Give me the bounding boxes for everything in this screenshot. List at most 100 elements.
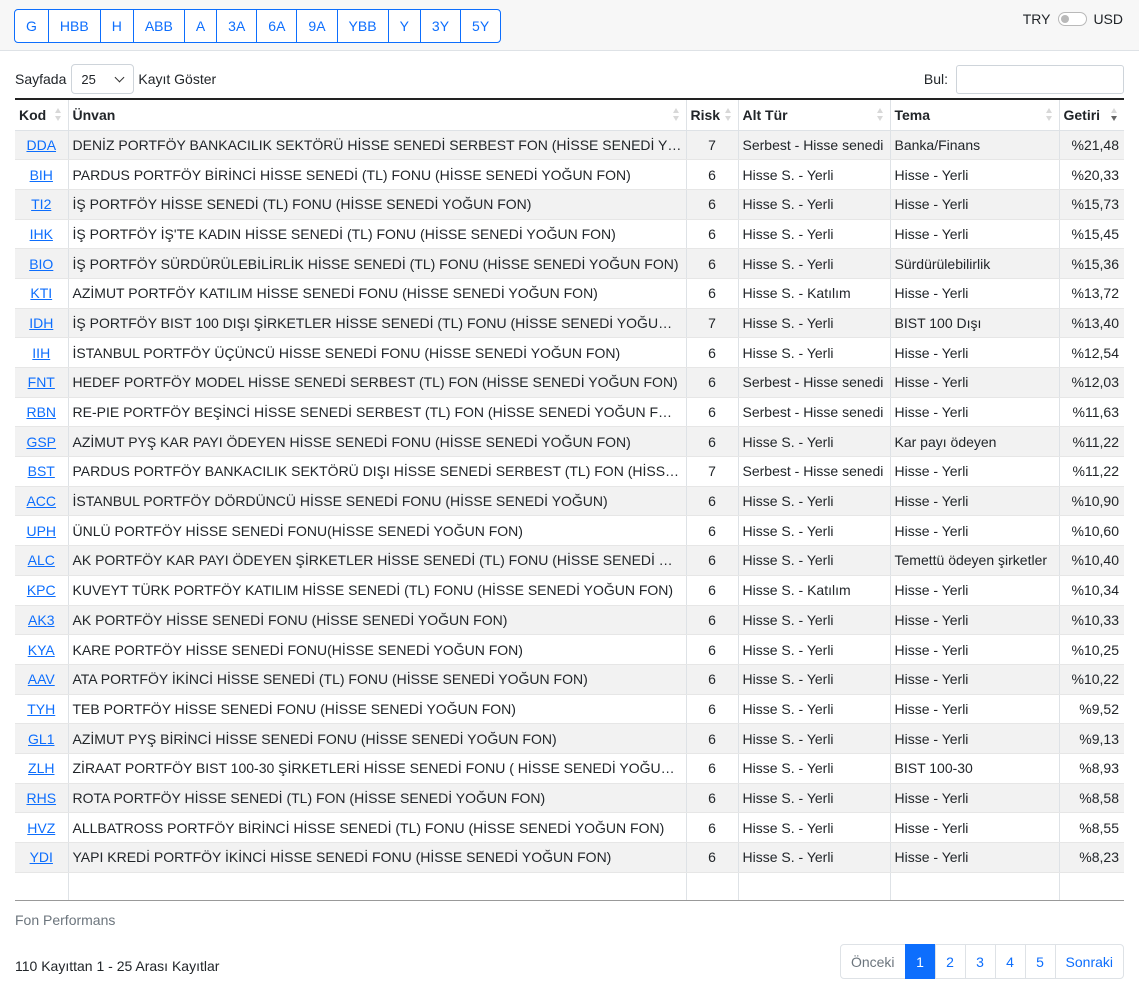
pagination-page-3[interactable]: 3 xyxy=(964,944,996,979)
cell-return: %11,22 xyxy=(1059,456,1124,487)
column-header-risk[interactable]: Risk xyxy=(686,100,739,131)
period-button-hbb[interactable]: HBB xyxy=(47,9,101,43)
fund-code-link[interactable]: IIH xyxy=(32,345,50,361)
cell-theme: Hisse - Yerli xyxy=(890,812,1060,843)
period-button-abb[interactable]: ABB xyxy=(132,9,185,43)
column-header-label: Kod xyxy=(19,106,47,123)
table-row[interactable]: BST PARDUS PORTFÖY BANKACILIK SEKTÖRÜ DIŞ… xyxy=(15,456,1124,487)
table-row[interactable]: ZLH ZİRAAT PORTFÖY BIST 100-30 ŞİRKETLERİ… xyxy=(15,753,1124,784)
period-button-3y[interactable]: 3Y xyxy=(419,9,462,43)
search-input[interactable] xyxy=(956,64,1124,94)
table-row[interactable]: TI2 İŞ PORTFÖY HİSSE SENEDİ (TL) FONU (Hİ… xyxy=(15,189,1124,220)
cell-code: TYH xyxy=(15,694,69,725)
period-button-9a[interactable]: 9A xyxy=(296,9,338,43)
fund-code-link[interactable]: IHK xyxy=(30,226,53,242)
table-row[interactable]: IHK İŞ PORTFÖY İŞ'TE KADIN HİSSE SENEDİ (… xyxy=(15,219,1124,250)
period-button-6a[interactable]: 6A xyxy=(256,9,298,43)
period-button-y[interactable]: Y xyxy=(387,9,421,43)
table-row[interactable]: RBN RE-PIE PORTFÖY BEŞİNCİ HİSSE SENEDİ S… xyxy=(15,397,1124,428)
table-row[interactable]: BIO İŞ PORTFÖY SÜRDÜRÜLEBİLİRLİK HİSSE SE… xyxy=(15,248,1124,279)
fund-code-link[interactable]: FNT xyxy=(28,374,55,390)
cell-title: PARDUS PORTFÖY BİRİNCİ HİSSE SENEDİ (TL)… xyxy=(68,159,687,190)
table-row[interactable]: KPC KUVEYT TÜRK PORTFÖY KATILIM HİSSE SEN… xyxy=(15,575,1124,606)
fund-code-link[interactable]: TYH xyxy=(27,701,55,717)
table-row[interactable]: IDH İŞ PORTFÖY BIST 100 DIŞI ŞİRKETLER Hİ… xyxy=(15,308,1124,339)
fund-code-link[interactable]: BIH xyxy=(30,167,53,183)
fund-code-link[interactable]: BIO xyxy=(29,256,53,272)
table-row[interactable]: GL1 AZİMUT PYŞ BİRİNCİ HİSSE SENEDİ FONU … xyxy=(15,723,1124,754)
pagination-page-5[interactable]: 5 xyxy=(1024,944,1056,979)
cell-risk: 6 xyxy=(686,278,739,309)
table-row[interactable]: ALC AK PORTFÖY KAR PAYI ÖDEYEN ŞİRKETLER … xyxy=(15,545,1124,576)
table-row[interactable]: AAV ATA PORTFÖY İKİNCİ HİSSE SENEDİ (TL) … xyxy=(15,664,1124,695)
fund-code-link[interactable]: KPC xyxy=(27,582,56,598)
period-button-5y[interactable]: 5Y xyxy=(460,9,502,43)
cell-title: TEB PORTFÖY HİSSE SENEDİ FONU (HİSSE SEN… xyxy=(68,694,687,725)
column-header-title[interactable]: Ünvan xyxy=(68,100,687,131)
pagination-page-1[interactable]: 1 xyxy=(904,944,936,979)
column-header-return[interactable]: Getiri xyxy=(1059,100,1124,131)
column-header-theme[interactable]: Tema xyxy=(890,100,1060,131)
table-row[interactable]: IIH İSTANBUL PORTFÖY ÜÇÜNCÜ HİSSE SENEDİ … xyxy=(15,337,1124,368)
table-row[interactable]: YDI YAPI KREDİ PORTFÖY İKİNCİ HİSSE SENED… xyxy=(15,842,1124,873)
cell-title: RE-PIE PORTFÖY BEŞİNCİ HİSSE SENEDİ SERB… xyxy=(68,397,687,428)
fund-code-link[interactable]: GSP xyxy=(26,434,56,450)
fund-code-link[interactable]: ALC xyxy=(28,552,55,568)
fund-code-link[interactable]: GL1 xyxy=(28,731,54,747)
table-row[interactable]: HVZ ALLBATROSS PORTFÖY BİRİNCİ HİSSE SENE… xyxy=(15,812,1124,843)
cell-title: AK PORTFÖY KAR PAYI ÖDEYEN ŞİRKETLER HİS… xyxy=(68,545,687,576)
period-button-a[interactable]: A xyxy=(183,9,218,43)
fund-code-link[interactable]: HVZ xyxy=(27,820,55,836)
period-button-g[interactable]: G xyxy=(14,9,49,43)
fund-code-link[interactable]: AK3 xyxy=(28,612,54,628)
page-size-control: Sayfada 25 Kayıt Göster xyxy=(15,64,216,94)
cell-return: %12,54 xyxy=(1059,337,1124,368)
table-row[interactable]: DDA DENİZ PORTFÖY BANKACILIK SEKTÖRÜ HİSS… xyxy=(15,130,1124,161)
fund-code-link[interactable]: YDI xyxy=(30,849,53,865)
table-row[interactable]: GSP AZİMUT PYŞ KAR PAYI ÖDEYEN HİSSE SENE… xyxy=(15,426,1124,458)
period-button-3a[interactable]: 3A xyxy=(216,9,258,43)
fund-code-link[interactable]: DDA xyxy=(26,137,56,153)
empty-cell xyxy=(738,872,891,900)
fund-code-link[interactable]: BST xyxy=(28,463,55,479)
table-row[interactable]: RHS ROTA PORTFÖY HİSSE SENEDİ (TL) FON (H… xyxy=(15,783,1124,814)
fund-code-link[interactable]: AAV xyxy=(28,671,55,687)
fund-code-link[interactable]: TI2 xyxy=(31,196,51,212)
column-header-subtype[interactable]: Alt Tür xyxy=(738,100,891,131)
cell-subtype: Hisse S. - Yerli xyxy=(738,337,891,368)
fund-code-link[interactable]: KTI xyxy=(30,285,52,301)
column-header-code[interactable]: Kod xyxy=(15,100,69,131)
table-row[interactable]: KTI AZİMUT PORTFÖY KATILIM HİSSE SENEDİ F… xyxy=(15,278,1124,309)
table-row[interactable]: KYA KARE PORTFÖY HİSSE SENEDİ FONU(HİSSE … xyxy=(15,634,1124,665)
cell-title: ATA PORTFÖY İKİNCİ HİSSE SENEDİ (TL) FON… xyxy=(68,664,687,695)
cell-code: KPC xyxy=(15,575,69,606)
table-row[interactable]: AK3 AK PORTFÖY HİSSE SENEDİ FONU (HİSSE S… xyxy=(15,605,1124,636)
table-row[interactable]: FNT HEDEF PORTFÖY MODEL HİSSE SENEDİ SERB… xyxy=(15,367,1124,398)
cell-return: %21,48 xyxy=(1059,130,1124,161)
cell-return: %12,03 xyxy=(1059,367,1124,398)
cell-return: %8,58 xyxy=(1059,783,1124,814)
period-button-ybb[interactable]: YBB xyxy=(336,9,389,43)
fund-code-link[interactable]: UPH xyxy=(26,523,56,539)
cell-risk: 6 xyxy=(686,486,739,517)
cell-subtype: Hisse S. - Yerli xyxy=(738,426,891,458)
fund-code-link[interactable]: ACC xyxy=(26,493,56,509)
fund-code-link[interactable]: IDH xyxy=(29,315,53,331)
fund-code-link[interactable]: ZLH xyxy=(28,760,54,776)
cell-subtype: Hisse S. - Yerli xyxy=(738,545,891,576)
pagination-next-button[interactable]: Sonraki xyxy=(1054,944,1124,979)
page-size-select[interactable]: 25 xyxy=(71,64,135,94)
table-row[interactable]: UPH ÜNLÜ PORTFÖY HİSSE SENEDİ FONU(HİSSE … xyxy=(15,515,1124,547)
pagination-page-4[interactable]: 4 xyxy=(994,944,1026,979)
currency-toggle[interactable] xyxy=(1058,12,1088,26)
fund-code-link[interactable]: RBN xyxy=(26,404,56,420)
pagination-prev-button[interactable]: Önceki xyxy=(839,944,906,979)
table-row[interactable]: BIH PARDUS PORTFÖY BİRİNCİ HİSSE SENEDİ (… xyxy=(15,159,1124,190)
pagination-page-2[interactable]: 2 xyxy=(934,944,966,979)
cell-theme: Hisse - Yerli xyxy=(890,783,1060,814)
fund-code-link[interactable]: RHS xyxy=(26,790,56,806)
table-row[interactable]: ACC İSTANBUL PORTFÖY DÖRDÜNCÜ HİSSE SENED… xyxy=(15,486,1124,517)
fund-code-link[interactable]: KYA xyxy=(28,642,55,658)
table-row[interactable]: TYH TEB PORTFÖY HİSSE SENEDİ FONU (HİSSE … xyxy=(15,694,1124,725)
period-button-h[interactable]: H xyxy=(99,9,134,43)
